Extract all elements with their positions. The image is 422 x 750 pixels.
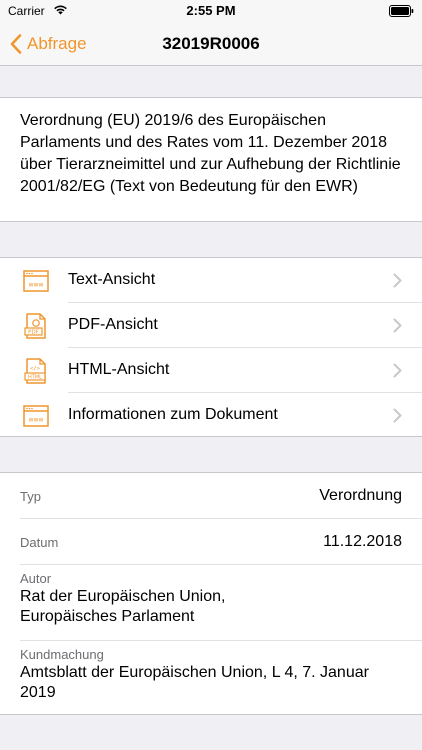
status-bar: Carrier 2:55 PM bbox=[0, 0, 422, 22]
status-time: 2:55 PM bbox=[186, 3, 236, 18]
text-view-label: Text-Ansicht bbox=[68, 271, 156, 288]
view-options-list: www Text-Ansicht PDF PDF-Ansicht </> HTM… bbox=[0, 257, 422, 437]
pdf-file-icon: PDF bbox=[24, 313, 46, 339]
publication-value: Amtsblatt der Europäischen Union, L 4, 7… bbox=[20, 664, 369, 701]
chevron-right-icon bbox=[393, 318, 402, 333]
navigation-bar: Abfrage 32019R0006 bbox=[0, 22, 422, 66]
publication-label: Kundmachung bbox=[20, 647, 104, 662]
html-view-label: HTML-Ansicht bbox=[68, 361, 170, 378]
svg-text:www: www bbox=[29, 282, 44, 289]
date-row: Datum 11.12.2018 bbox=[0, 519, 422, 565]
svg-text:HTML: HTML bbox=[28, 375, 42, 381]
document-details-section: Typ Verordnung Datum 11.12.2018 Autor Ra… bbox=[0, 472, 422, 715]
type-label: Typ bbox=[20, 489, 41, 504]
author-label: Autor bbox=[20, 571, 52, 586]
date-label: Datum bbox=[20, 535, 59, 550]
author-row: Autor Rat der Europäischen Union, Europä… bbox=[0, 565, 422, 641]
author-value: Rat der Europäischen Union, Europäisches… bbox=[20, 588, 226, 625]
battery-icon bbox=[389, 5, 414, 20]
page-title: 32019R0006 bbox=[162, 34, 260, 53]
svg-text:PDF: PDF bbox=[28, 330, 39, 336]
www-page-icon: www bbox=[23, 405, 49, 427]
document-title-section: Verordnung (EU) 2019/6 des Europäischen … bbox=[0, 97, 422, 222]
type-row: Typ Verordnung bbox=[0, 473, 422, 519]
type-value: Verordnung bbox=[319, 487, 402, 504]
document-info-label: Informationen zum Dokument bbox=[68, 406, 278, 423]
chevron-right-icon bbox=[393, 363, 402, 378]
document-info-row[interactable]: www Informationen zum Dokument bbox=[0, 393, 422, 438]
html-file-icon: </> HTML bbox=[24, 358, 46, 384]
pdf-view-label: PDF-Ansicht bbox=[68, 316, 158, 333]
chevron-right-icon bbox=[393, 408, 402, 423]
text-view-row[interactable]: www Text-Ansicht bbox=[0, 258, 422, 303]
www-page-icon: www bbox=[23, 270, 49, 292]
pdf-view-row[interactable]: PDF PDF-Ansicht bbox=[0, 303, 422, 348]
svg-text:</>: </> bbox=[30, 366, 41, 372]
publication-row: Kundmachung Amtsblatt der Europäischen U… bbox=[0, 641, 422, 716]
date-value: 11.12.2018 bbox=[323, 533, 402, 550]
svg-text:www: www bbox=[29, 417, 44, 424]
document-title: Verordnung (EU) 2019/6 des Europäischen … bbox=[20, 112, 401, 195]
html-view-row[interactable]: </> HTML HTML-Ansicht bbox=[0, 348, 422, 393]
chevron-right-icon bbox=[393, 273, 402, 288]
